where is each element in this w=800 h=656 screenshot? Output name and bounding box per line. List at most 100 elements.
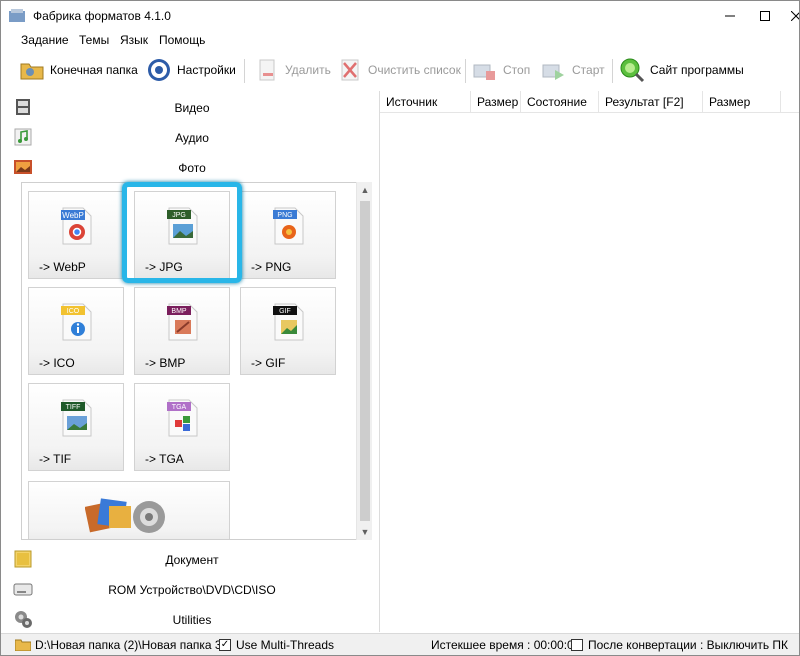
- stop-label: Стоп: [503, 63, 531, 77]
- stop-icon: [473, 64, 495, 80]
- category-utilities[interactable]: Utilities: [9, 605, 375, 633]
- settings-button[interactable]: Настройки: [146, 55, 236, 85]
- app-logo-icon: [9, 9, 25, 22]
- folder-icon: [15, 639, 31, 651]
- format-label-gif: -> GIF: [251, 356, 286, 370]
- format-grid: WebP -> WebP JPG -> JPG PNG -> PNG ICO -…: [21, 182, 367, 540]
- clear-list-button[interactable]: Очистить список: [337, 55, 461, 85]
- title-bar: Фабрика форматов 4.1.0: [1, 1, 799, 31]
- globe-search-icon: [620, 58, 645, 83]
- scroll-down-arrow-icon[interactable]: ▼: [357, 524, 373, 540]
- format-tile-tif[interactable]: TIFF -> TIF: [28, 383, 124, 471]
- column-source[interactable]: Источник: [380, 91, 471, 113]
- photo-gears-icon: [85, 498, 165, 533]
- after-convert-checkbox[interactable]: [571, 639, 583, 651]
- format-label-ico: -> ICO: [39, 356, 75, 370]
- category-document[interactable]: Документ: [9, 545, 375, 573]
- svg-text:TIFF: TIFF: [66, 404, 81, 411]
- delete-icon: [259, 59, 275, 81]
- settings-label: Настройки: [177, 63, 236, 77]
- gif-file-icon: GIF: [273, 303, 304, 341]
- category-photo-label: Фото: [178, 161, 206, 175]
- category-panel: Видео Аудио Фото WebP -> WebP JPG -> JPG…: [9, 91, 375, 631]
- png-file-icon: PNG: [273, 207, 304, 245]
- column-state[interactable]: Состояние: [521, 91, 599, 113]
- format-tile-gif[interactable]: GIF -> GIF: [240, 287, 336, 375]
- menu-help[interactable]: Помощь: [159, 33, 205, 47]
- close-button[interactable]: [773, 1, 799, 31]
- bmp-file-icon: BMP: [167, 303, 198, 341]
- output-path[interactable]: D:\Новая папка (2)\Новая папка 3: [35, 638, 222, 652]
- scroll-up-arrow-icon[interactable]: ▲: [357, 182, 373, 198]
- format-tile-webp[interactable]: WebP -> WebP: [28, 191, 124, 279]
- format-tile-advanced[interactable]: [28, 481, 230, 539]
- elapsed-time: Истекшее время : 00:00:00: [431, 638, 581, 652]
- start-label: Старт: [572, 63, 605, 77]
- app-window: Фабрика форматов 4.1.0 Задание Темы Язык…: [0, 0, 800, 656]
- column-output-size[interactable]: Размер: [703, 91, 781, 113]
- after-convert-label: После конвертации : Выключить ПК: [588, 638, 789, 652]
- svg-text:GIF: GIF: [279, 308, 291, 315]
- category-photo[interactable]: Фото: [9, 153, 375, 181]
- delete-button[interactable]: Удалить: [254, 55, 331, 85]
- menu-themes[interactable]: Темы: [79, 33, 109, 47]
- website-label: Сайт программы: [650, 63, 744, 77]
- category-audio-label: Аудио: [175, 131, 209, 145]
- multithreads-checkbox[interactable]: ✓: [219, 639, 231, 651]
- multithreads-label: Use Multi-Threads: [236, 638, 335, 652]
- format-label-tga: -> TGA: [145, 452, 184, 466]
- output-folder-label: Конечная папка: [50, 63, 138, 77]
- stop-button[interactable]: Стоп: [472, 55, 530, 85]
- category-rom[interactable]: ROM Устройство\DVD\CD\ISO: [9, 575, 375, 603]
- format-label-tif: -> TIF: [39, 452, 72, 466]
- folder-icon: [20, 63, 44, 80]
- toolbar-separator: [465, 59, 466, 83]
- settings-gear-icon: [148, 59, 170, 81]
- website-button[interactable]: Сайт программы: [619, 55, 744, 85]
- clear-list-icon: [341, 59, 359, 81]
- category-audio[interactable]: Аудио: [9, 123, 375, 151]
- menu-language[interactable]: Язык: [120, 33, 148, 47]
- format-label-bmp: -> BMP: [145, 356, 186, 370]
- svg-text:TGA: TGA: [172, 404, 187, 411]
- jpg-file-icon: JPG: [167, 207, 198, 245]
- format-tile-jpg[interactable]: JPG -> JPG: [134, 191, 230, 279]
- clear-list-label: Очистить список: [368, 63, 461, 77]
- tiff-file-icon: TIFF: [61, 399, 92, 437]
- toolbar-separator: [612, 59, 613, 83]
- close-icon: [791, 11, 799, 21]
- format-tile-bmp[interactable]: BMP -> BMP: [134, 287, 230, 375]
- format-tile-tga[interactable]: TGA -> TGA: [134, 383, 230, 471]
- format-tile-ico[interactable]: ICO -> ICO: [28, 287, 124, 375]
- format-label-webp: -> WebP: [39, 260, 86, 274]
- scrollbar-thumb[interactable]: [360, 201, 370, 521]
- toolbar-separator: [244, 59, 245, 83]
- window-title: Фабрика форматов 4.1.0: [33, 9, 171, 23]
- status-bar: D:\Новая папка (2)\Новая папка 3 ✓ Use M…: [1, 633, 799, 655]
- category-utilities-label: Utilities: [172, 613, 212, 627]
- task-list-header: Источник Размер Состояние Результат [F2]…: [380, 91, 799, 113]
- tga-file-icon: TGA: [167, 399, 198, 437]
- menu-task[interactable]: Задание: [21, 33, 69, 47]
- webp-file-icon: WebP: [61, 207, 92, 245]
- start-button[interactable]: Старт: [541, 55, 605, 85]
- format-label-jpg: -> JPG: [145, 260, 183, 274]
- task-list: Источник Размер Состояние Результат [F2]…: [379, 91, 799, 632]
- svg-text:WebP: WebP: [62, 211, 84, 220]
- column-size[interactable]: Размер: [471, 91, 521, 113]
- category-rom-label: ROM Устройство\DVD\CD\ISO: [108, 583, 276, 597]
- category-video-label: Видео: [174, 101, 210, 115]
- menu-bar: Задание Темы Язык Помощь: [1, 31, 799, 49]
- toolbar: Конечная папка Настройки Удалить Очистит…: [1, 51, 799, 89]
- delete-label: Удалить: [285, 63, 331, 77]
- format-tile-png[interactable]: PNG -> PNG: [240, 191, 336, 279]
- ico-file-icon: ICO: [61, 303, 92, 341]
- minimize-icon: [725, 15, 735, 17]
- svg-text:ICO: ICO: [67, 308, 80, 315]
- svg-text:BMP: BMP: [171, 308, 187, 315]
- output-folder-button[interactable]: Конечная папка: [19, 55, 138, 85]
- format-grid-scrollbar[interactable]: ▲ ▼: [356, 182, 372, 540]
- column-result[interactable]: Результат [F2]: [599, 91, 703, 113]
- category-video[interactable]: Видео: [9, 93, 375, 121]
- category-document-label: Документ: [165, 553, 219, 567]
